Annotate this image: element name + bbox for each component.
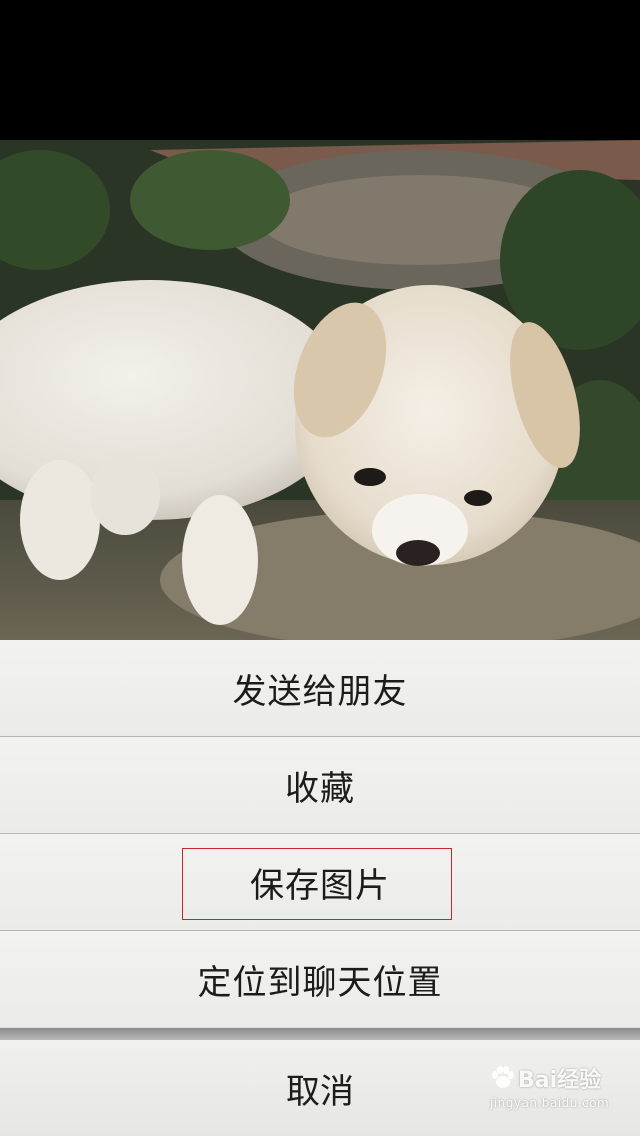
paw-icon bbox=[492, 1066, 514, 1088]
watermark-brand: Bai经验 bbox=[518, 1068, 602, 1093]
top-black-area bbox=[0, 0, 640, 140]
favorite-button[interactable]: 收藏 bbox=[0, 737, 640, 833]
photo-viewer[interactable] bbox=[0, 140, 640, 640]
puppy-photo bbox=[0, 140, 640, 640]
screen: 发送给朋友 收藏 保存图片 定位到聊天位置 取消 Bai经验 jingyan.b… bbox=[0, 0, 640, 1136]
sheet-separator bbox=[0, 1028, 640, 1040]
locate-in-chat-button[interactable]: 定位到聊天位置 bbox=[0, 931, 640, 1027]
watermark-domain: jingyan.baidu.com bbox=[490, 1096, 610, 1110]
save-image-button[interactable]: 保存图片 bbox=[0, 834, 640, 930]
baidu-jingyan-watermark: Bai经验 jingyan.baidu.com bbox=[490, 1062, 610, 1122]
send-to-friend-button[interactable]: 发送给朋友 bbox=[0, 640, 640, 736]
